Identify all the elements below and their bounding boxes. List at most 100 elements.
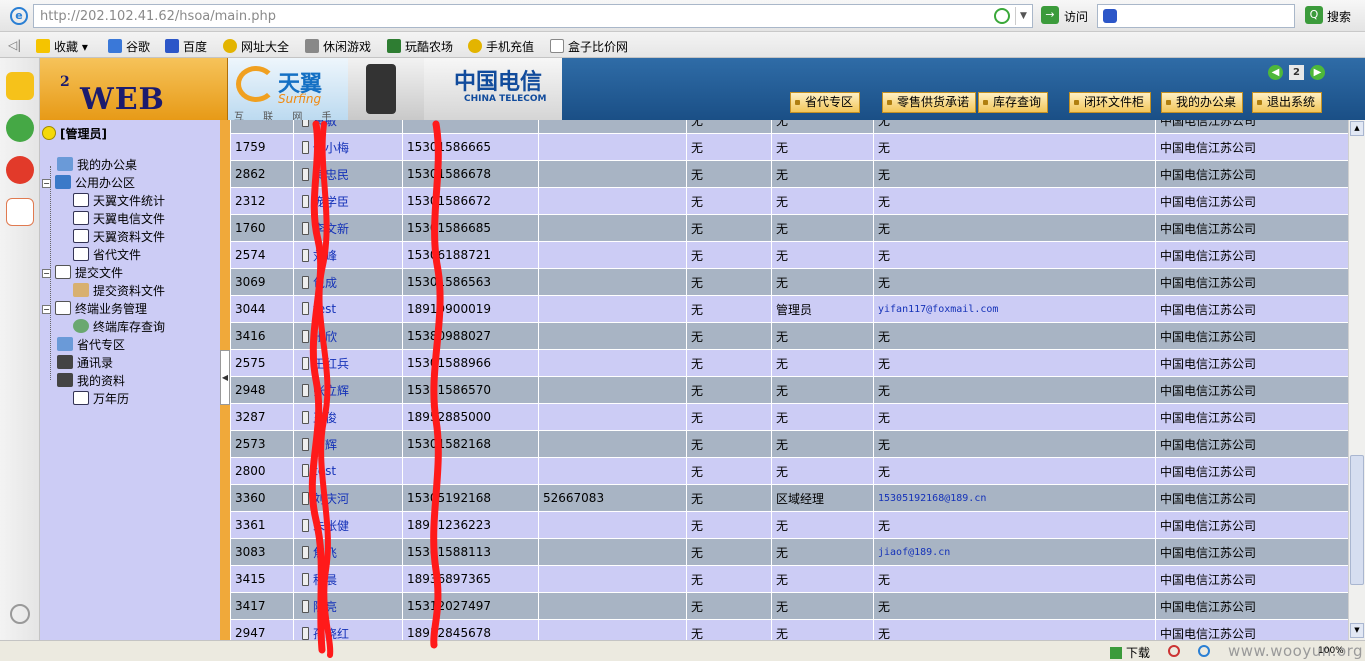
- go-icon[interactable]: →: [1041, 6, 1059, 24]
- mobile-phone-icon: [302, 302, 309, 315]
- cell-field-a: 无: [686, 295, 772, 323]
- collapse-icon[interactable]: −: [42, 179, 51, 188]
- cell-contact-name[interactable]: 包成: [293, 268, 403, 296]
- cell-contact-name[interactable]: 黄敏: [293, 120, 403, 134]
- cell-contact-name[interactable]: 朱张健: [293, 511, 403, 539]
- cell-contact-name[interactable]: 李文新: [293, 214, 403, 242]
- settings-gear-icon[interactable]: [10, 604, 30, 624]
- tree-submit-data-files[interactable]: 提交资料文件: [73, 282, 165, 299]
- favorites-star-icon[interactable]: [6, 72, 34, 100]
- cell-contact-name[interactable]: 庞学臣: [293, 187, 403, 215]
- vertical-scrollbar[interactable]: ▲ ▼: [1348, 120, 1365, 640]
- tree-terminal-business[interactable]: − 终端业务管理: [42, 300, 147, 317]
- cell-field-a: 无: [686, 214, 772, 242]
- nav-retail-commitment[interactable]: 零售供货承诺: [882, 92, 977, 113]
- cell-contact-name[interactable]: 程晨: [293, 565, 403, 593]
- tree-tianyi-telecom-files[interactable]: 天翼电信文件: [73, 210, 165, 227]
- cell-contact-name[interactable]: 陈亮: [293, 592, 403, 620]
- back-icon[interactable]: ◁|: [8, 38, 21, 52]
- cell-contact-name[interactable]: 刘峰: [293, 241, 403, 269]
- nav-stock-query[interactable]: 库存查询: [978, 92, 1049, 113]
- cell-role: 无: [771, 430, 874, 458]
- fav-item-farm[interactable]: 玩酷农场: [387, 38, 453, 55]
- nav-file-cabinet[interactable]: 闭环文件柜: [1069, 92, 1152, 113]
- cell-contact-name[interactable]: 王俊: [293, 403, 403, 431]
- url-field[interactable]: http://202.102.41.62/hsoa/main.php ▼: [33, 4, 1033, 28]
- cell-contact-name[interactable]: 刘庆河: [293, 484, 403, 512]
- cell-company: 中国电信江苏公司: [1155, 187, 1348, 215]
- cell-field-a: 无: [686, 187, 772, 215]
- fav-item-favorites[interactable]: 收藏 ▾: [36, 38, 88, 55]
- sidebar-toggle-handle[interactable]: ◀: [220, 350, 230, 405]
- visit-button[interactable]: 访问: [1064, 8, 1088, 25]
- history-clock-icon[interactable]: [6, 114, 34, 142]
- url-text[interactable]: http://202.102.41.62/hsoa/main.php: [40, 9, 276, 24]
- collapse-icon[interactable]: −: [42, 305, 51, 314]
- nav-provincial-zone[interactable]: 省代专区: [790, 92, 861, 113]
- tree-terminal-stock[interactable]: 终端库存查询: [73, 318, 165, 335]
- cell-contact-name[interactable]: 张立辉: [293, 376, 403, 404]
- tree-public-office[interactable]: − 公用办公区: [42, 174, 135, 191]
- fav-item-games[interactable]: 休闲游戏: [305, 38, 371, 55]
- cell-row-id: 3415: [230, 565, 294, 593]
- cell-contact-name[interactable]: 王红兵: [293, 349, 403, 377]
- refresh-icon[interactable]: 2: [1289, 65, 1304, 80]
- fav-item-google[interactable]: 谷歌: [108, 38, 150, 55]
- cell-telephone: [538, 565, 687, 593]
- download-button[interactable]: 下载: [1110, 644, 1150, 661]
- cell-role: 无: [771, 349, 874, 377]
- scroll-thumb[interactable]: [1350, 455, 1364, 585]
- search-input[interactable]: [1097, 4, 1295, 28]
- cell-contact-name[interactable]: 张欣: [293, 322, 403, 350]
- search-button[interactable]: 搜索: [1327, 8, 1351, 25]
- ie-icon[interactable]: [1198, 645, 1210, 657]
- zoom-level[interactable]: 100%: [1318, 646, 1344, 656]
- oa-logo: WEB OA2: [40, 58, 228, 152]
- tree-submit-files[interactable]: − 提交文件: [42, 264, 123, 281]
- cell-contact-name[interactable]: 黄忠民: [293, 160, 403, 188]
- tree-tianyi-stats[interactable]: 天翼文件统计: [73, 192, 165, 209]
- fav-item-compare[interactable]: 盒子比价网: [550, 38, 628, 55]
- profile-icon: [57, 373, 73, 387]
- fav-item-baidu[interactable]: 百度: [165, 38, 207, 55]
- tree-tianyi-data-files[interactable]: 天翼资料文件: [73, 228, 165, 245]
- forward-arrow-icon[interactable]: ▶: [1310, 65, 1325, 80]
- scroll-up-icon[interactable]: ▲: [1350, 121, 1364, 136]
- mail-icon[interactable]: [6, 198, 34, 226]
- cell-email: jiaof@189.cn: [873, 538, 1156, 566]
- cell-contact-name[interactable]: 焦飞: [293, 538, 403, 566]
- fav-item-hao123[interactable]: 网址大全: [223, 38, 289, 55]
- tree-provincial-files[interactable]: 省代文件: [73, 246, 141, 263]
- cell-contact-name[interactable]: test: [293, 295, 403, 323]
- nav-my-desk[interactable]: 我的办公桌: [1161, 92, 1244, 113]
- tree-my-desk[interactable]: 我的办公桌: [57, 156, 137, 173]
- tree-provincial-zone[interactable]: 省代专区: [57, 336, 125, 353]
- tree-my-profile[interactable]: 我的资料: [57, 372, 125, 389]
- weibo-icon[interactable]: [6, 156, 34, 184]
- fav-item-recharge[interactable]: 手机充值: [468, 38, 534, 55]
- cell-contact-name[interactable]: 孙晓红: [293, 619, 403, 640]
- table-row: 2575 王红兵 15301588966 无无无中国电信江苏公司: [230, 349, 1348, 377]
- cell-email: 无: [873, 214, 1156, 242]
- url-dropdown-icon[interactable]: ▼: [1015, 7, 1031, 25]
- cell-contact-name[interactable]: test: [293, 457, 403, 485]
- nav-logout[interactable]: 退出系统: [1252, 92, 1323, 113]
- cell-role: 无: [771, 241, 874, 269]
- cell-row-id: 3417: [230, 592, 294, 620]
- cell-mobile: 15380988027: [402, 322, 539, 350]
- ie-compat-icon[interactable]: [994, 8, 1010, 24]
- cell-contact-name[interactable]: 倪小梅: [293, 133, 403, 161]
- tree-calendar[interactable]: 万年历: [73, 390, 129, 407]
- table-row: 3361 朱张健 18951236223 无无无中国电信江苏公司: [230, 511, 1348, 539]
- plus-icon[interactable]: [1168, 645, 1180, 657]
- tree-address-book[interactable]: 通讯录: [57, 354, 113, 371]
- cell-telephone: [538, 349, 687, 377]
- mobile-phone-icon: [302, 626, 309, 640]
- scroll-down-icon[interactable]: ▼: [1350, 623, 1364, 638]
- back-arrow-icon[interactable]: ◀: [1268, 65, 1283, 80]
- cell-contact-name[interactable]: 周辉: [293, 430, 403, 458]
- cell-company: 中国电信江苏公司: [1155, 349, 1348, 377]
- cell-telephone: [538, 241, 687, 269]
- collapse-icon[interactable]: −: [42, 269, 51, 278]
- search-icon[interactable]: Q: [1305, 6, 1323, 24]
